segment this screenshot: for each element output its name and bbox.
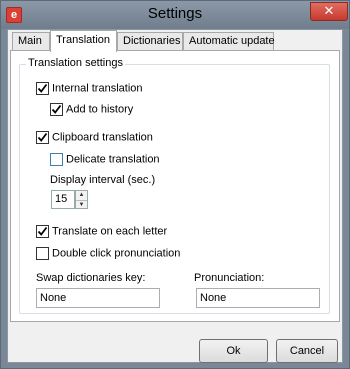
internal-translation-label: Internal translation — [52, 82, 143, 95]
tab-translation[interactable]: Translation — [50, 30, 117, 52]
translate-each-letter-checkbox[interactable]: Translate on each letter — [36, 225, 167, 239]
checkbox-box[interactable] — [36, 247, 49, 260]
checkbox-box[interactable] — [36, 131, 49, 144]
window-client-area: Main Translation Dictionaries Automatic … — [7, 29, 343, 363]
cancel-button[interactable]: Cancel — [276, 339, 338, 363]
display-interval-label: Display interval (sec.) — [50, 174, 156, 186]
group-title: Translation settings — [26, 57, 125, 69]
checkbox-box[interactable] — [36, 82, 49, 95]
display-interval-input[interactable]: 15 — [51, 190, 75, 209]
checkbox-box[interactable] — [50, 153, 63, 166]
title-bar[interactable]: e Settings ✕ — [1, 1, 349, 29]
internal-translation-checkbox[interactable]: Internal translation — [36, 82, 143, 96]
display-interval-spinner[interactable]: ▲ ▼ — [75, 190, 88, 209]
swap-key-label: Swap dictionaries key: — [36, 272, 146, 284]
check-mark-icon — [37, 226, 48, 236]
tab-automatic-update[interactable]: Automatic update — [183, 32, 275, 50]
double-click-pronunciation-checkbox[interactable]: Double click pronunciation — [36, 247, 180, 261]
clipboard-translation-checkbox[interactable]: Clipboard translation — [36, 131, 153, 145]
check-mark-icon — [51, 104, 62, 114]
close-button[interactable]: ✕ — [310, 2, 348, 21]
delicate-translation-label: Delicate translation — [66, 153, 160, 166]
checkbox-box[interactable] — [50, 103, 63, 116]
delicate-translation-checkbox[interactable]: Delicate translation — [50, 153, 160, 167]
spin-up-icon[interactable]: ▲ — [76, 191, 87, 200]
add-to-history-label: Add to history — [66, 103, 134, 116]
translate-each-letter-label: Translate on each letter — [52, 225, 168, 238]
settings-window: e Settings ✕ Main Translation Dictionari… — [0, 0, 350, 369]
double-click-pronunciation-label: Double click pronunciation — [52, 247, 181, 260]
tab-main[interactable]: Main — [12, 32, 50, 50]
tab-dictionaries[interactable]: Dictionaries — [117, 32, 183, 50]
pronunciation-input[interactable]: None — [196, 288, 320, 308]
checkbox-box[interactable] — [36, 225, 49, 238]
check-mark-icon — [37, 132, 48, 142]
pronunciation-label: Pronunciation: — [194, 272, 265, 284]
swap-key-input[interactable]: None — [36, 288, 160, 308]
translation-settings-group: Translation settings Internal translatio… — [19, 57, 330, 314]
window-title: Settings — [147, 5, 203, 22]
check-mark-icon — [37, 83, 48, 93]
spin-down-icon[interactable]: ▼ — [76, 200, 87, 209]
translation-panel: Translation settings Internal translatio… — [10, 50, 340, 322]
ok-button[interactable]: Ok — [199, 339, 268, 363]
add-to-history-checkbox[interactable]: Add to history — [50, 103, 133, 117]
clipboard-translation-label: Clipboard translation — [52, 131, 153, 144]
